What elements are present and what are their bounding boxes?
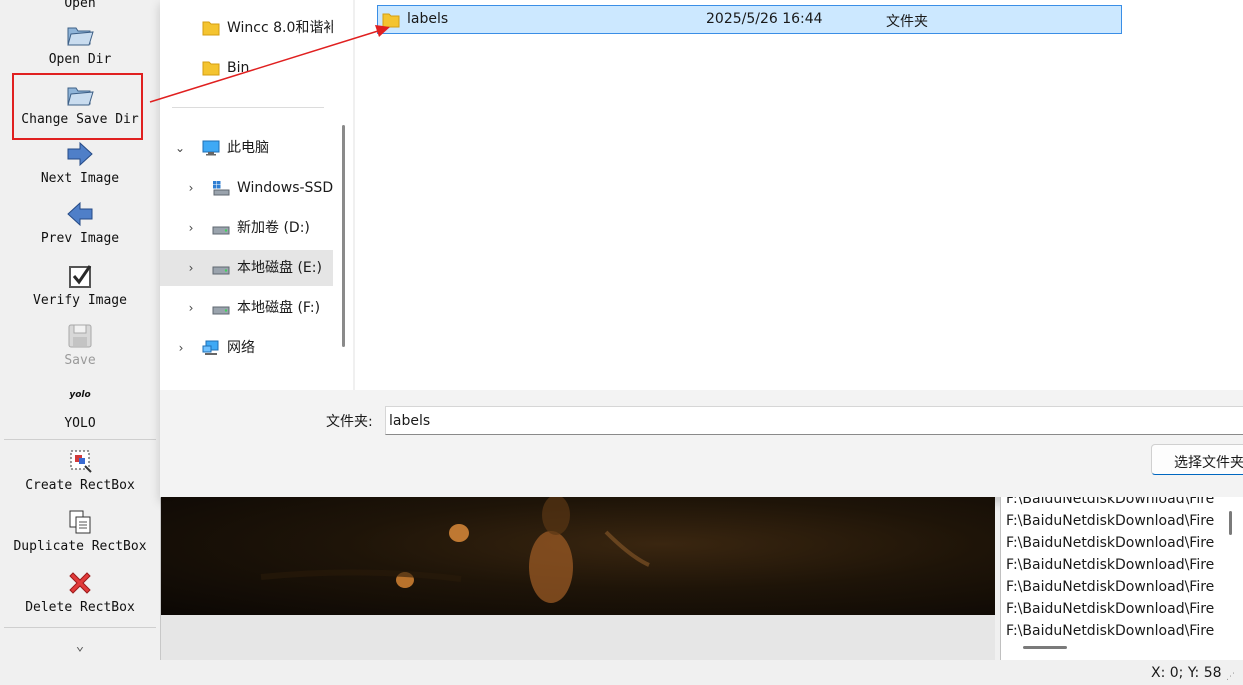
nav-item-this-pc[interactable]: ⌄ 此电脑	[160, 130, 333, 166]
more-actions-chevron[interactable]: ⌄	[0, 638, 160, 654]
navigation-pane: Wincc 8.0和谐补 Bin ⌄ 此电脑 › Windows-SSD › 新…	[160, 0, 353, 390]
file-modified: 2025/5/26 16:44	[706, 11, 823, 27]
nav-item-label: 网络	[227, 340, 255, 356]
select-folder-button[interactable]: 选择文件夹	[1151, 444, 1243, 475]
nav-scrollbar[interactable]	[342, 125, 345, 347]
chevron-right-icon[interactable]: ›	[185, 250, 197, 286]
yolo-label: YOLO	[64, 416, 96, 431]
next-image-button[interactable]: Next Image	[0, 139, 160, 186]
prev-image-button[interactable]: Prev Image	[0, 199, 160, 246]
open-dir-label: Open Dir	[48, 52, 112, 67]
verify-image-label: Verify Image	[33, 293, 127, 308]
nav-item-label: Wincc 8.0和谐补	[227, 20, 333, 36]
toolbar-separator	[4, 439, 156, 440]
file-list-item[interactable]: F:\BaiduNetdiskDownload\Fire	[1006, 535, 1221, 557]
duplicate-icon	[69, 510, 91, 534]
yolo-icon: yolo	[69, 390, 91, 400]
open-label: Open	[64, 0, 96, 11]
file-list-item[interactable]: F:\BaiduNetdiskDownload\Fire	[1006, 557, 1221, 579]
hard-drive-icon	[212, 226, 230, 235]
chevron-down-icon[interactable]: ⌄	[174, 130, 186, 166]
folder-field-label: 文件夹:	[326, 414, 373, 430]
nav-item-label: 新加卷 (D:)	[237, 220, 310, 236]
file-type: 文件夹	[886, 14, 928, 30]
create-rectbox-button[interactable]: Create RectBox	[0, 446, 160, 493]
chevron-right-icon[interactable]: ›	[185, 170, 197, 206]
file-list-item[interactable]: F:\BaiduNetdiskDownload\Fire	[1006, 513, 1221, 535]
folder-icon	[382, 13, 400, 28]
nav-item-wincc[interactable]: Wincc 8.0和谐补	[160, 10, 333, 46]
create-rectbox-icon	[70, 450, 92, 473]
verify-image-button[interactable]: Verify Image	[0, 261, 160, 308]
file-row-labels[interactable]: labels 2025/5/26 16:44 文件夹	[377, 5, 1122, 34]
file-list-item[interactable]: F:\BaiduNetdiskDownload\Fire	[1006, 579, 1221, 601]
nav-item-drive-e[interactable]: › 本地磁盘 (E:)	[160, 250, 333, 286]
chevron-down-icon: ⌄	[75, 638, 85, 654]
save-button[interactable]: Save	[0, 321, 160, 368]
nav-item-label: Windows-SSD	[237, 180, 333, 196]
nav-item-network[interactable]: › 网络	[160, 330, 333, 366]
file-list-pane: labels 2025/5/26 16:44 文件夹	[355, 0, 1243, 390]
nav-item-label: 本地磁盘 (F:)	[237, 300, 321, 316]
folder-icon	[202, 21, 220, 36]
create-rectbox-label: Create RectBox	[25, 478, 135, 493]
windows-drive-icon	[213, 181, 230, 196]
status-bar: X: 0; Y: 58	[0, 660, 1243, 685]
nav-item-bin[interactable]: Bin	[160, 50, 333, 86]
network-icon	[202, 340, 219, 355]
file-list-item[interactable]: F:\BaiduNetdiskDownload\Fire	[1006, 497, 1221, 513]
yolo-format-button[interactable]: yolo YOLO	[0, 387, 160, 431]
nav-item-drive-d[interactable]: › 新加卷 (D:)	[160, 210, 333, 246]
folder-icon	[202, 61, 220, 76]
file-list-item[interactable]: F:\BaiduNetdiskDownload\Fire	[1006, 601, 1221, 623]
monitor-icon	[202, 140, 220, 156]
chevron-right-icon[interactable]: ›	[185, 290, 197, 326]
checkbox-checked-icon	[69, 265, 92, 288]
resize-grip-icon[interactable]: ⋰	[1226, 672, 1235, 682]
save-label: Save	[64, 353, 96, 368]
next-image-label: Next Image	[40, 171, 120, 186]
prev-image-label: Prev Image	[40, 231, 120, 246]
nav-item-label: 本地磁盘 (E:)	[237, 260, 322, 276]
folder-name-input[interactable]	[385, 406, 1243, 435]
delete-x-icon	[69, 572, 91, 594]
hard-drive-icon	[212, 306, 230, 315]
nav-divider	[172, 107, 324, 108]
canvas-background	[161, 615, 995, 661]
open-button[interactable]: Open	[0, 0, 160, 11]
toolbar-separator	[4, 627, 156, 628]
nav-item-label: Bin	[227, 60, 250, 76]
nav-item-drive-c[interactable]: › Windows-SSD	[160, 170, 333, 206]
image-canvas[interactable]	[161, 497, 995, 615]
duplicate-rectbox-button[interactable]: Duplicate RectBox	[0, 507, 160, 554]
file-list-dock: F:\BaiduNetdiskDownload\Fire F:\BaiduNet…	[1000, 497, 1243, 660]
arrow-left-icon	[67, 201, 93, 227]
delete-rectbox-button[interactable]: Delete RectBox	[0, 568, 160, 615]
chevron-right-icon[interactable]: ›	[185, 210, 197, 246]
file-list-item[interactable]: F:\BaiduNetdiskDownload\Fire	[1006, 623, 1221, 645]
nav-item-label: 此电脑	[227, 140, 269, 156]
hard-drive-icon	[212, 266, 230, 275]
file-list-horizontal-scrollbar[interactable]	[1023, 646, 1067, 649]
arrow-right-icon	[67, 141, 93, 167]
toolbar: Open Open Dir Change Save Dir Next Image…	[0, 0, 161, 660]
open-dir-button[interactable]: Open Dir	[0, 20, 160, 67]
canvas-image	[260, 497, 650, 603]
file-name: labels	[407, 11, 449, 27]
file-list-vertical-scrollbar[interactable]	[1229, 511, 1232, 535]
floppy-disk-icon	[68, 324, 92, 348]
nav-item-drive-f[interactable]: › 本地磁盘 (F:)	[160, 290, 333, 326]
folder-open-icon	[67, 27, 94, 46]
chevron-right-icon[interactable]: ›	[175, 330, 187, 366]
annotation-highlight-box	[12, 73, 143, 140]
delete-rectbox-label: Delete RectBox	[25, 600, 135, 615]
cursor-coordinates: X: 0; Y: 58	[1151, 665, 1222, 681]
select-folder-dialog: Wincc 8.0和谐补 Bin ⌄ 此电脑 › Windows-SSD › 新…	[160, 0, 1243, 498]
duplicate-rectbox-label: Duplicate RectBox	[13, 539, 147, 554]
